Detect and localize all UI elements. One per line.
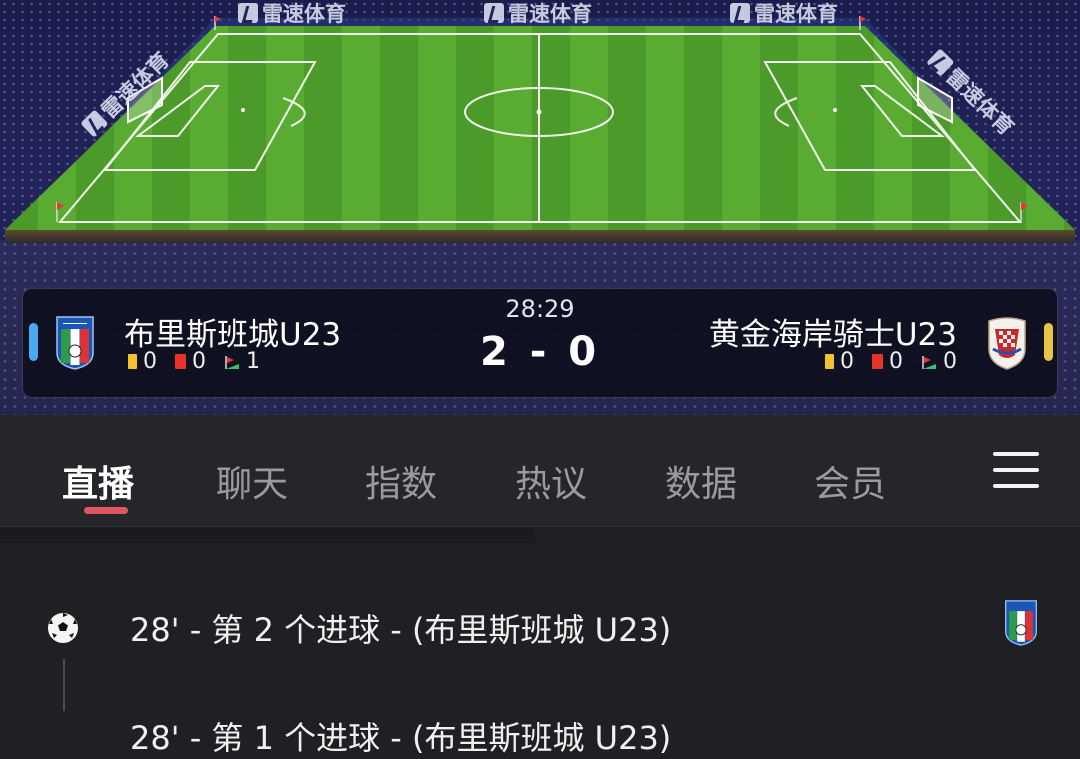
yellow-card-icon (825, 354, 834, 369)
active-tab-indicator (84, 507, 128, 514)
tab-data[interactable]: 数据 (665, 455, 737, 507)
away-team-stats: 0 0 0 (825, 349, 957, 374)
tab-chat[interactable]: 聊天 (216, 455, 288, 507)
soccer-ball-icon (47, 612, 79, 644)
tab-bar: 直播 聊天 指数 热议 数据 会员 (0, 415, 1080, 527)
ad-board-center: 雷速体育 (484, 0, 592, 28)
tab-membership[interactable]: 会员 (814, 455, 886, 507)
live-event-feed: 28' - 第 2 个进球 - (布里斯班城 U23) 28' - 第 1 个进… (0, 527, 1080, 757)
away-red-count: 0 (889, 349, 903, 374)
away-team-crest-icon[interactable] (985, 315, 1029, 371)
tab-discussion[interactable]: 热议 (515, 455, 587, 507)
away-color-bar (1044, 323, 1053, 361)
hamburger-menu-icon[interactable] (993, 452, 1039, 488)
event-text: 28' - 第 2 个进球 - (布里斯班城 U23) (130, 611, 672, 649)
leisu-logo-icon (238, 3, 258, 23)
ad-board-left: 雷速体育 (238, 0, 346, 28)
away-team-name[interactable]: 黄金海岸骑士U23 (709, 309, 957, 354)
leisu-logo-icon (484, 3, 504, 23)
red-card-icon (872, 354, 883, 369)
match-scoreboard: 布里斯班城U23 0 0 1 28:29 2 - 0 黄金海岸骑士U23 0 0… (22, 288, 1058, 398)
away-yellow-count: 0 (840, 349, 854, 374)
ad-board-right: 雷速体育 (730, 0, 838, 28)
scoring-team-crest-icon (1005, 600, 1037, 646)
tab-live[interactable]: 直播 (62, 455, 134, 507)
event-text: 28' - 第 1 个进球 - (布里斯班城 U23) (130, 719, 672, 757)
tab-odds[interactable]: 指数 (365, 455, 437, 507)
away-corner-count: 0 (943, 349, 957, 374)
leisu-logo-icon (730, 3, 750, 23)
timeline-connector (63, 659, 65, 711)
corner-flag-icon (922, 355, 936, 369)
